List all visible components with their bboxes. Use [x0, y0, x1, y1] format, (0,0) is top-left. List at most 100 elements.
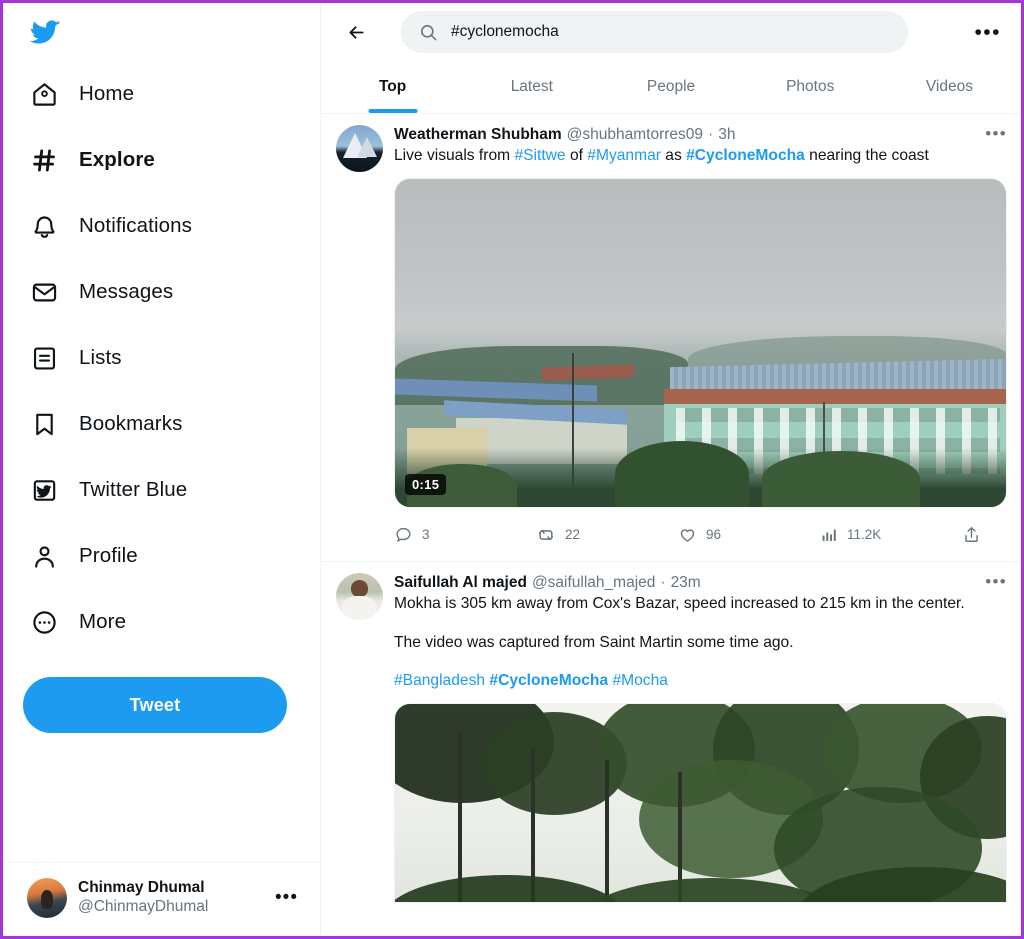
tab-label: People — [646, 78, 696, 95]
tweet-video-player[interactable]: 0:15 — [394, 177, 1007, 508]
tweet-paragraph: The video was captured from Saint Martin… — [394, 633, 794, 651]
hashtag-link-cyclonemocha[interactable]: #CycloneMocha — [686, 147, 805, 164]
hashtag-link-mocha[interactable]: #Mocha — [612, 672, 667, 689]
hashtag-link-myanmar[interactable]: #Myanmar — [587, 147, 661, 164]
video-thumbnail — [395, 704, 1006, 903]
tweet-text-segment: as — [660, 147, 687, 165]
avatar[interactable] — [336, 572, 383, 620]
sidebar-item-label: Bookmarks — [79, 412, 183, 435]
account-switcher[interactable]: Chinmay Dhumal @ChinmayDhumal ••• — [3, 862, 320, 936]
hashtag-link-sittwe[interactable]: #Sittwe — [514, 147, 565, 164]
search-settings-more-icon[interactable]: ••• — [974, 22, 1003, 43]
sidebar-nav-list: Home Explore Notifications Messages List… — [3, 57, 320, 655]
tab-latest[interactable]: Latest — [462, 61, 601, 113]
tweet-text-segment: Live visuals from — [394, 147, 515, 165]
tweet-separator: · — [708, 126, 714, 143]
tweet-body: Weatherman Shubham @shubhamtorres09 · 3h… — [394, 125, 1007, 561]
home-icon — [29, 79, 59, 109]
tweet-header: Saifullah Al majed @saifullah_majed · 23… — [394, 573, 1007, 593]
sidebar-item-label: Home — [79, 82, 135, 105]
tweet-text-segment: of — [565, 147, 588, 165]
tweet-author-handle[interactable]: @shubhamtorres09 — [567, 125, 703, 145]
twitter-blue-icon — [29, 475, 59, 505]
tweet-item[interactable]: Weatherman Shubham @shubhamtorres09 · 3h… — [321, 114, 1021, 562]
video-duration-badge: 0:15 — [405, 473, 447, 495]
search-icon — [419, 23, 438, 42]
tweet-more-icon[interactable]: ••• — [975, 125, 1007, 142]
tweet-body: Saifullah Al majed @saifullah_majed · 23… — [394, 573, 1007, 911]
twitter-logo-link[interactable] — [3, 3, 320, 57]
tweet-text: Live visuals from #Sittwe of #Myanmar as… — [394, 146, 1007, 167]
search-tabs: Top Latest People Photos Videos — [321, 61, 1021, 114]
reply-count: 3 — [422, 527, 430, 543]
envelope-icon — [29, 277, 59, 307]
search-header: ••• — [321, 3, 1021, 61]
tweet-item[interactable]: Saifullah Al majed @saifullah_majed · 23… — [321, 562, 1021, 911]
share-button[interactable] — [962, 525, 981, 544]
retweet-button[interactable]: 22 — [536, 525, 678, 545]
tweet-author-name[interactable]: Weatherman Shubham — [394, 125, 562, 145]
reply-icon — [394, 525, 413, 544]
more-circle-icon — [29, 607, 59, 637]
tab-top[interactable]: Top — [323, 61, 462, 113]
avatar[interactable] — [336, 125, 383, 172]
hashtag-link-cyclonemocha[interactable]: #CycloneMocha — [489, 672, 608, 689]
tweet-text: Mokha is 305 km away from Cox's Bazar, s… — [394, 594, 1007, 692]
tweet-author-handle[interactable]: @saifullah_majed — [532, 573, 655, 593]
account-display-name: Chinmay Dhumal — [78, 878, 205, 896]
bell-icon — [29, 211, 59, 241]
sidebar-item-more[interactable]: More — [3, 589, 320, 655]
tweet-more-icon[interactable]: ••• — [975, 573, 1007, 590]
back-arrow-icon[interactable] — [337, 13, 375, 51]
twitter-app-window: Home Explore Notifications Messages List… — [0, 0, 1024, 939]
tweet-button[interactable]: Tweet — [23, 677, 287, 733]
views-button[interactable]: 11.2K — [820, 526, 962, 544]
tweet-author-name[interactable]: Saifullah Al majed — [394, 573, 527, 593]
tab-videos[interactable]: Videos — [880, 61, 1019, 113]
tweet-hashtag-row: #Bangladesh #CycloneMocha #Mocha — [394, 671, 1007, 692]
sidebar-item-label: Lists — [79, 346, 122, 369]
sidebar-item-messages[interactable]: Messages — [3, 259, 320, 325]
search-input-container[interactable] — [401, 11, 908, 53]
reply-button[interactable]: 3 — [394, 525, 536, 544]
share-icon — [962, 525, 981, 544]
search-input[interactable] — [451, 23, 890, 41]
tweet-timestamp[interactable]: 23m — [671, 573, 701, 593]
tab-label: Videos — [925, 78, 973, 95]
hashtag-icon — [29, 145, 59, 175]
tab-label: Latest — [510, 78, 553, 95]
tweet-timestamp[interactable]: 3h — [718, 125, 735, 145]
account-handle: @ChinmayDhumal — [78, 897, 209, 915]
account-names: Chinmay Dhumal @ChinmayDhumal — [78, 879, 208, 917]
main-column: ••• Top Latest People Photos Videos Weat… — [321, 3, 1021, 936]
sidebar-item-label: Messages — [79, 280, 174, 303]
sidebar: Home Explore Notifications Messages List… — [3, 3, 321, 936]
like-button[interactable]: 96 — [678, 525, 820, 544]
sidebar-item-label: Twitter Blue — [79, 478, 188, 501]
sidebar-item-lists[interactable]: Lists — [3, 325, 320, 391]
list-icon — [29, 343, 59, 373]
tweet-paragraph: Mokha is 305 km away from Cox's Bazar, s… — [394, 595, 965, 613]
tab-photos[interactable]: Photos — [741, 61, 880, 113]
tab-label: Top — [378, 78, 407, 95]
more-dots-icon[interactable]: ••• — [275, 888, 306, 907]
tab-people[interactable]: People — [601, 61, 740, 113]
hashtag-link-bangladesh[interactable]: #Bangladesh — [394, 672, 485, 689]
tweet-action-bar: 3 22 96 11.2K — [394, 517, 1007, 553]
sidebar-item-bookmarks[interactable]: Bookmarks — [3, 391, 320, 457]
tweet-video-player[interactable] — [394, 703, 1007, 904]
sidebar-item-home[interactable]: Home — [3, 61, 320, 127]
sidebar-item-explore[interactable]: Explore — [3, 127, 320, 193]
views-icon — [820, 526, 838, 544]
sidebar-item-notifications[interactable]: Notifications — [3, 193, 320, 259]
retweet-icon — [536, 525, 556, 545]
person-icon — [29, 541, 59, 571]
tweet-text-segment: nearing the coast — [804, 147, 929, 165]
sidebar-item-profile[interactable]: Profile — [3, 523, 320, 589]
search-results-feed: Weatherman Shubham @shubhamtorres09 · 3h… — [321, 114, 1021, 936]
sidebar-item-twitter-blue[interactable]: Twitter Blue — [3, 457, 320, 523]
sidebar-item-label: More — [79, 610, 127, 633]
